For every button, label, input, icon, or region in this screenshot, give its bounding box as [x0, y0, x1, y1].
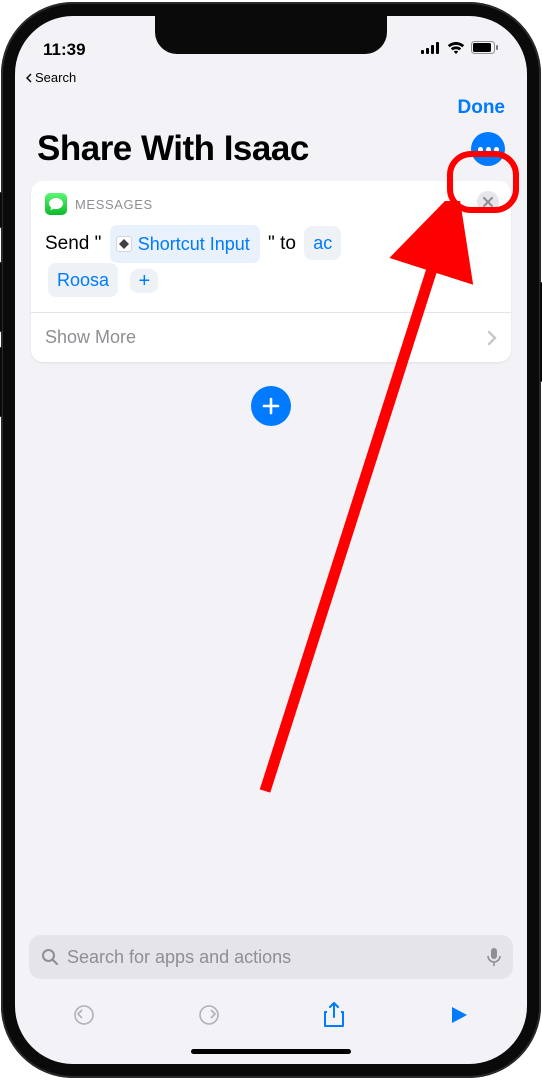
plus-icon: [261, 396, 281, 416]
done-button[interactable]: Done: [458, 97, 506, 119]
device-frame: 11:39 Search Done Share Wi: [1, 2, 541, 1078]
shortcut-input-icon: [116, 236, 132, 252]
shortcut-input-label: Shortcut Input: [138, 227, 250, 261]
share-button[interactable]: [314, 1002, 354, 1028]
status-icons: [399, 41, 499, 59]
search-icon: [41, 948, 59, 966]
card-app-label: MESSAGES: [75, 197, 153, 212]
back-to-app-link[interactable]: Search: [15, 68, 527, 91]
close-icon: [483, 197, 493, 207]
messages-app-icon: [45, 193, 67, 215]
mute-switch: [0, 192, 2, 228]
wifi-icon: [447, 41, 465, 59]
search-placeholder: Search for apps and actions: [67, 947, 479, 968]
back-label: Search: [35, 70, 76, 85]
undo-icon: [72, 1003, 96, 1027]
toolbar: [15, 989, 527, 1041]
add-action-button[interactable]: [251, 386, 291, 426]
send-prefix: Send ": [45, 233, 101, 254]
more-options-button[interactable]: [471, 132, 505, 166]
card-header: MESSAGES: [31, 181, 511, 221]
cellular-signal-icon: [421, 41, 441, 59]
chevron-right-icon: [487, 330, 497, 346]
page-title: Share With Isaac: [37, 129, 309, 169]
battery-icon: [471, 41, 499, 59]
show-more-button[interactable]: Show More: [31, 312, 511, 362]
send-mid: " to: [268, 233, 296, 254]
dictation-icon[interactable]: [487, 947, 501, 967]
search-input[interactable]: Search for apps and actions: [29, 935, 513, 979]
ellipsis-icon: [478, 147, 483, 152]
play-icon: [449, 1005, 469, 1025]
header: Share With Isaac: [15, 119, 527, 181]
redo-button[interactable]: [189, 1003, 229, 1027]
home-indicator[interactable]: [191, 1049, 351, 1054]
card-body: Send " Shortcut Input " to ac Roosa +: [31, 221, 511, 312]
shortcut-input-token[interactable]: Shortcut Input: [110, 225, 260, 263]
recipient-token-part1[interactable]: ac: [304, 226, 341, 260]
volume-down-button: [0, 347, 2, 417]
run-button[interactable]: [439, 1005, 479, 1025]
screen: 11:39 Search Done Share Wi: [15, 16, 527, 1064]
nav-bar: Done: [15, 91, 527, 119]
back-caret-icon: [25, 73, 33, 83]
volume-up-button: [0, 262, 2, 332]
show-more-label: Show More: [45, 327, 136, 348]
status-time: 11:39: [43, 40, 143, 60]
remove-action-button[interactable]: [477, 191, 499, 213]
bottom-area: Search for apps and actions: [15, 925, 527, 1064]
recipient-token-part2[interactable]: Roosa: [48, 263, 118, 297]
notch: [155, 16, 387, 54]
undo-button[interactable]: [64, 1003, 104, 1027]
action-card: MESSAGES Send " Shortcut Input " to ac R…: [31, 181, 511, 362]
add-recipient-button[interactable]: +: [130, 269, 158, 293]
share-icon: [323, 1002, 345, 1028]
redo-icon: [197, 1003, 221, 1027]
